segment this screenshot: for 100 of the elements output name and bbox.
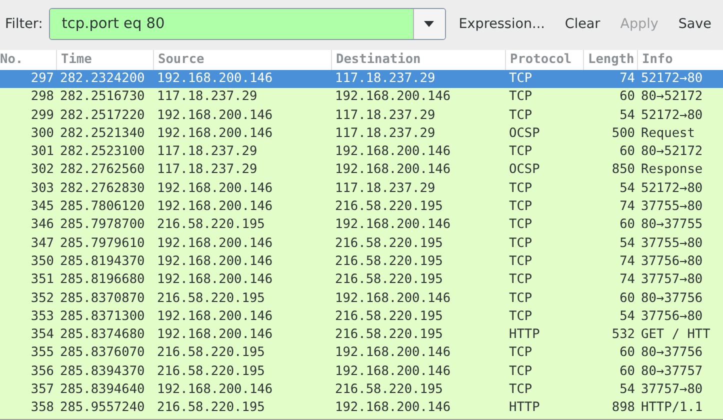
table-cell-text: Response (640, 161, 704, 180)
table-cell-text: 52172→80 (640, 106, 704, 125)
packet-row[interactable]: 347 285.7979610 192.168.200.146 216.58.220.195 TCP 54 37755→80 (0, 234, 723, 253)
table-cell-text: OCSP (508, 161, 541, 180)
table-cell-text: 345 (30, 198, 55, 216)
table-cell-text: TCP (508, 252, 534, 271)
table-cell-text: 282.2517220 (59, 106, 146, 125)
packet-row[interactable]: 299 282.2517220 192.168.200.146 117.18.237.29 TCP 54 52172→80 (0, 106, 723, 125)
table-cell-text: 282.2762560 (59, 161, 146, 180)
table-cell-text: 80→37756 (640, 344, 704, 362)
table-cell-text: 285.8374680 (59, 326, 146, 344)
table-cell-text: 192.168.200.146 (334, 344, 452, 362)
table-cell-text: TCP (508, 198, 534, 216)
table-cell-text: 54 (618, 180, 636, 198)
table-cell-text: 285.8376070 (59, 344, 146, 362)
table-cell-text: 898 (610, 399, 636, 418)
table-cell-text: 60 (618, 143, 636, 162)
table-cell-text: 850 (610, 161, 636, 180)
packet-row[interactable]: 302 282.2762560 117.18.237.29 192.168.200.146 OCSP 850 Response (0, 161, 723, 180)
toolbar-button[interactable]: Save (669, 10, 720, 38)
table-cell-text: 117.18.237.29 (156, 88, 258, 106)
table-cell-text: 192.168.200.146 (334, 399, 452, 418)
dropdown-button[interactable] (412, 8, 445, 38)
table-cell-text: 74 (618, 70, 636, 88)
table-cell-text: 285.8370870 (59, 290, 146, 308)
table-cell-text: 60 (618, 362, 636, 381)
table-cell-text: 355 (30, 344, 55, 362)
table-cell-text: 285.8194370 (59, 252, 146, 271)
table-cell-text: TCP (508, 88, 534, 106)
table-cell-text: 346 (30, 216, 55, 234)
packet-row[interactable]: 357 285.8394640 192.168.200.146 216.58.220.195 TCP 54 37757→80 (0, 381, 723, 400)
table-cell-text: Request (640, 124, 696, 143)
table-cell-text: 54 (618, 106, 636, 125)
table-cell-text: GET / HTT (640, 326, 712, 344)
table-cell-text: 302 (30, 161, 55, 180)
packet-row[interactable]: 356 285.8394370 216.58.220.195 192.168.200.146 TCP 60 80→37757 (0, 362, 723, 382)
table-cell-text: 192.168.200.146 (334, 216, 452, 234)
table-cell-text: HTTP/1.1 (640, 399, 704, 418)
packet-row[interactable]: 358 285.9557240 216.58.220.195 192.168.200.146 HTTP 898 HTTP/1.1 (0, 399, 723, 418)
table-cell-text: TCP (508, 290, 534, 308)
table-cell-text: 358 (30, 399, 55, 418)
packet-row[interactable]: 352 285.8370870 216.58.220.195 192.168.200.146 TCP 60 80→37756 (0, 290, 723, 308)
table-cell-text: 37755→80 (640, 198, 704, 216)
filter-label: Filter: (5, 16, 43, 32)
table-cell-text: 216.58.220.195 (156, 216, 266, 234)
table-cell-text: 216.58.220.195 (156, 399, 266, 418)
packet-row[interactable]: 346 285.7978700 216.58.220.195 192.168.200.146 TCP 60 80→37755 (0, 216, 723, 235)
toolbar-button[interactable]: Clear (556, 10, 610, 38)
table-cell-text: 117.18.237.29 (156, 161, 258, 180)
table-cell-text: 60 (618, 216, 636, 234)
table-cell-text: 74 (618, 198, 636, 216)
table-cell-text: 216.58.220.195 (334, 308, 444, 326)
table-cell-text: 80→52172 (640, 88, 704, 106)
packet-row[interactable]: 298 282.2516730 117.18.237.29 192.168.200.146 TCP 60 80→52172 (0, 88, 723, 107)
table-cell-text: 216.58.220.195 (334, 252, 444, 271)
table-cell-text: 216.58.220.195 (334, 326, 444, 344)
table-cell-text: 285.8394640 (59, 381, 146, 400)
table-cell-text: 37755→80 (640, 234, 704, 253)
packet-row[interactable]: 354 285.8374680 192.168.200.146 216.58.220.195 HTTP 532 GET / HTT (0, 326, 723, 344)
packet-row[interactable]: 350 285.8194370 192.168.200.146 216.58.220.195 TCP 74 37756→80 (0, 252, 723, 272)
table-cell-text: 303 (30, 180, 55, 198)
table-cell-text: 192.168.200.146 (156, 234, 274, 253)
table-cell-text: 80→37757 (640, 362, 704, 381)
packet-row[interactable]: 300 282.2521340 192.168.200.146 117.18.237.29 OCSP 500 Request (0, 124, 723, 144)
table-cell-text: 192.168.200.146 (156, 326, 274, 344)
table-cell-text: 352 (30, 290, 55, 308)
packet-row[interactable]: 355 285.8376070 216.58.220.195 192.168.200.146 TCP 60 80→37756 (0, 344, 723, 363)
packet-row[interactable]: 351 285.8196680 192.168.200.146 216.58.220.195 TCP 74 37757→80 (0, 271, 723, 290)
table-cell-text: 80→37755 (640, 216, 704, 234)
table-cell-text: 192.168.200.146 (156, 308, 274, 326)
table-cell-text: TCP (508, 70, 534, 88)
toolbar-button[interactable]: Expression... (450, 10, 554, 38)
packet-row[interactable]: 301 282.2523100 117.18.237.29 192.168.200.146 TCP 60 80→52172 (0, 143, 723, 162)
table-cell-text: TCP (508, 271, 534, 290)
table-cell-text: 192.168.200.146 (334, 362, 452, 381)
table-cell-text: 60 (618, 88, 636, 106)
packet-row[interactable]: 345 285.7806120 192.168.200.146 216.58.220.195 TCP 74 37755→80 (0, 198, 723, 216)
table-cell-text: 52172→80 (640, 70, 704, 88)
packet-row[interactable]: 303 282.2762830 192.168.200.146 117.18.237.29 TCP 54 52172→80 (0, 180, 723, 198)
table-cell-text: TCP (508, 216, 534, 234)
table-cell-text: 282.2762830 (59, 180, 146, 198)
table-cell-text: 285.7979610 (59, 234, 146, 253)
table-cell-text: 117.18.237.29 (334, 180, 436, 198)
table-cell-text: 60 (618, 344, 636, 362)
table-cell-text: 282.2324200 (59, 70, 146, 88)
table-cell-text: 74 (618, 271, 636, 290)
table-cell-text: OCSP (508, 124, 541, 143)
table-cell-text: 500 (610, 124, 636, 143)
table-cell-text: TCP (508, 308, 534, 326)
table-cell-text: HTTP (508, 326, 541, 344)
table-cell-text: TCP (508, 143, 534, 162)
table-cell-text: 285.7978700 (59, 216, 146, 234)
table-cell-text: 54 (618, 234, 636, 253)
table-cell-text: 282.2523100 (59, 143, 146, 162)
table-cell-text: 347 (30, 234, 55, 253)
filter-field[interactable]: tcp.port eq 80 (48, 8, 446, 40)
packet-row[interactable]: 353 285.8371300 192.168.200.146 216.58.220.195 TCP 54 37756→80 (0, 308, 723, 326)
table-cell-text: 74 (618, 252, 636, 271)
table-cell-text: TCP (508, 180, 534, 198)
table-cell-text: 300 (30, 124, 55, 143)
